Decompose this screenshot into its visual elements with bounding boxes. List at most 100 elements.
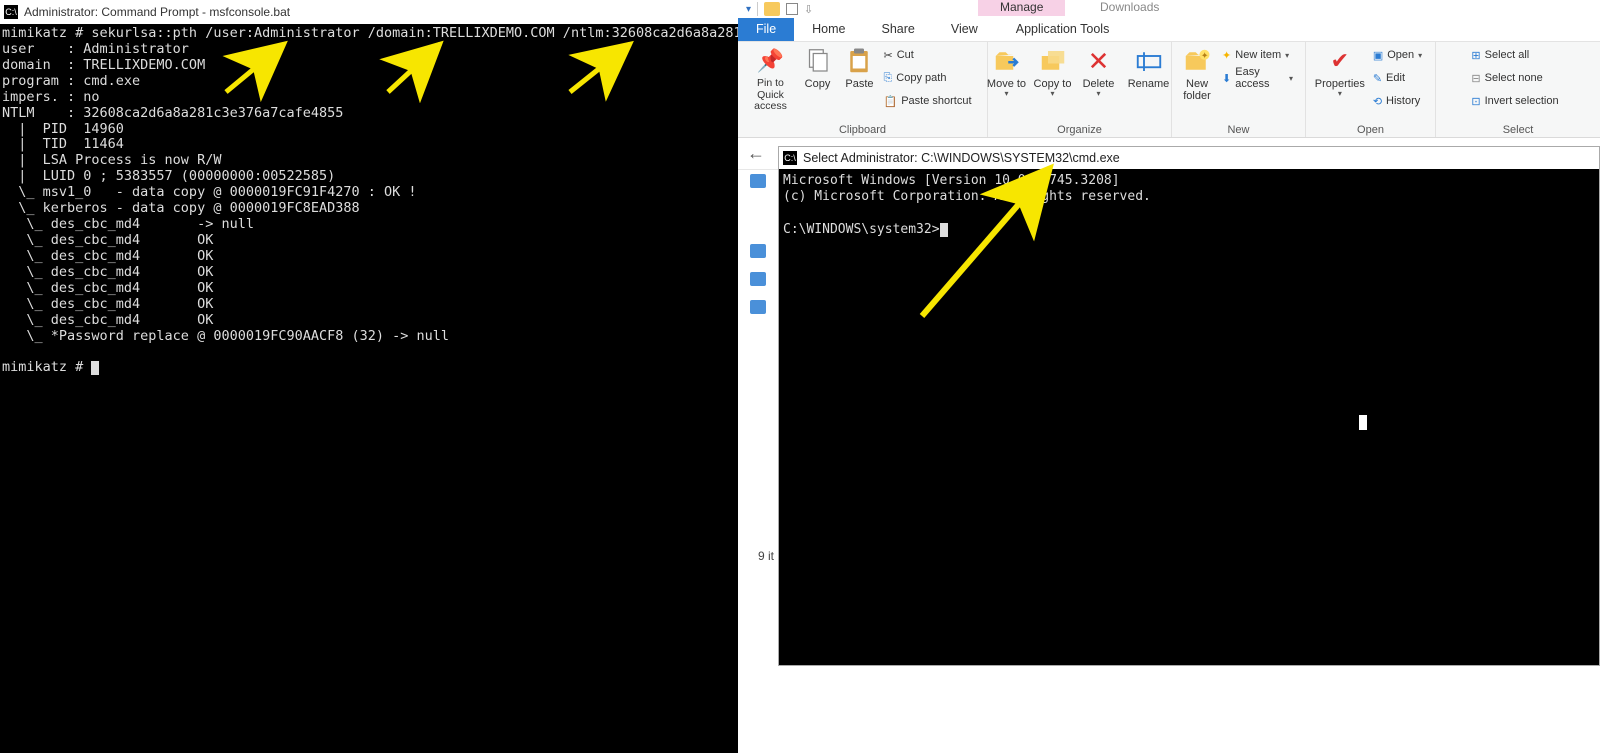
open-button[interactable]: ▣Open ▾ — [1373, 44, 1428, 66]
terminal-line: C:\WINDOWS\system32> — [783, 222, 940, 237]
select-all-button[interactable]: ⊞Select all — [1471, 44, 1564, 66]
ribbon-group-clipboard: 📌 Pin to Quick access Copy Paste ✂C — [738, 42, 988, 137]
nested-cmd-title: Select Administrator: C:\WINDOWS\SYSTEM3… — [803, 151, 1120, 165]
tab-share[interactable]: Share — [864, 18, 933, 41]
left-terminal-titlebar[interactable]: C:\ Administrator: Command Prompt - msfc… — [0, 0, 738, 24]
copy-button[interactable]: Copy — [799, 44, 835, 90]
terminal-line: Microsoft Windows [Version 10.0.17745.32… — [783, 173, 1120, 188]
terminal-line: | LUID 0 ; 5383557 (00000000:00522585) — [2, 168, 335, 184]
select-none-button[interactable]: ⊟Select none — [1471, 67, 1564, 89]
btn-label: New folder — [1178, 78, 1216, 102]
move-to-button[interactable]: Move to▾ — [987, 44, 1027, 99]
properties-button[interactable]: ✔ Properties▾ — [1313, 44, 1367, 99]
btn-label: Copy path — [896, 72, 946, 84]
terminal-line: \_ des_cbc_md4 OK — [2, 312, 213, 328]
left-terminal-title: Administrator: Command Prompt - msfconso… — [24, 5, 290, 19]
new-folder-button[interactable]: ✦ New folder — [1178, 44, 1216, 102]
checkbox-icon[interactable] — [786, 3, 798, 15]
cmd-icon: C:\ — [783, 151, 797, 165]
btn-label: History — [1386, 95, 1420, 107]
new-folder-icon: ✦ — [1182, 46, 1212, 76]
scissors-icon: ✂ — [883, 49, 892, 62]
nested-cmd-window: C:\ Select Administrator: C:\WINDOWS\SYS… — [778, 146, 1600, 666]
cmd-icon: C:\ — [4, 5, 18, 19]
nested-cmd-body[interactable]: Microsoft Windows [Version 10.0.17745.32… — [779, 169, 1599, 665]
terminal-line: \_ *Password replace @ 0000019FC90AACF8 … — [2, 328, 449, 344]
tab-application-tools[interactable]: Application Tools — [998, 18, 1128, 41]
tab-view[interactable]: View — [933, 18, 996, 41]
open-icon: ▣ — [1373, 49, 1383, 62]
history-button[interactable]: ⟲ History — [1373, 90, 1428, 112]
invert-selection-button[interactable]: ⊡ Invert selection — [1471, 90, 1564, 112]
contextual-tab-manage[interactable]: Manage — [978, 0, 1065, 16]
terminal-line: \_ des_cbc_md4 OK — [2, 296, 213, 312]
new-item-button[interactable]: ✦New item ▾ — [1222, 44, 1299, 66]
btn-label: New item — [1235, 49, 1281, 61]
ribbon: 📌 Pin to Quick access Copy Paste ✂C — [738, 42, 1600, 138]
terminal-line: | LSA Process is now R/W — [2, 152, 221, 168]
select-small-buttons: ⊞Select all ⊟Select none ⊡ Invert selecti… — [1471, 44, 1564, 112]
group-label: New — [1227, 123, 1249, 136]
left-terminal-body[interactable]: mimikatz # sekurlsa::pth /user:Administr… — [0, 24, 738, 376]
open-small-buttons: ▣Open ▾ ✎ Edit ⟲ History — [1373, 44, 1428, 112]
nav-item[interactable] — [738, 268, 778, 290]
btn-label: Paste shortcut — [901, 95, 971, 107]
btn-label: Edit — [1386, 72, 1405, 84]
pin-icon: 📌 — [755, 46, 785, 76]
nav-item[interactable] — [738, 296, 778, 318]
delete-button[interactable]: ✕ Delete▾ — [1079, 44, 1119, 99]
cursor — [91, 361, 99, 375]
btn-label: Cut — [897, 49, 914, 61]
terminal-line: program : cmd.exe — [2, 73, 140, 89]
terminal-line: mimikatz # sekurlsa::pth /user:Administr… — [2, 25, 758, 41]
paste-shortcut-button[interactable]: 📋Paste shortcut — [883, 90, 977, 112]
pin-to-quick-access-button[interactable]: 📌 Pin to Quick access — [747, 44, 793, 113]
ribbon-group-organize: Move to▾ Copy to▾ ✕ Delete▾ Rename — [988, 42, 1172, 137]
new-item-icon: ✦ — [1222, 49, 1231, 62]
left-terminal-window: C:\ Administrator: Command Prompt - msfc… — [0, 0, 738, 753]
paste-button[interactable]: Paste — [841, 44, 877, 90]
move-icon — [992, 46, 1022, 76]
tab-home[interactable]: Home — [794, 18, 863, 41]
btn-label: Pin to Quick access — [747, 78, 793, 113]
terminal-line: user : Administrator — [2, 41, 189, 57]
terminal-line: \_ msv1_0 - data copy @ 0000019FC91F4270… — [2, 184, 417, 200]
terminal-line: mimikatz # — [2, 359, 91, 375]
btn-label: Invert selection — [1485, 95, 1559, 107]
svg-text:✦: ✦ — [1201, 51, 1209, 61]
select-none-icon: ⊟ — [1471, 72, 1480, 85]
cut-button[interactable]: ✂ Cut — [883, 44, 977, 66]
edit-icon: ✎ — [1373, 72, 1382, 85]
history-icon: ⟲ — [1373, 95, 1382, 108]
select-all-icon: ⊞ — [1471, 49, 1480, 62]
edit-button[interactable]: ✎ Edit — [1373, 67, 1428, 89]
new-small-buttons: ✦New item ▾ ⬇Easy access ▾ — [1222, 44, 1299, 89]
file-explorer-window: ▾ ⇩ Manage Downloads File Home Share Vie… — [738, 0, 1600, 753]
terminal-line: impers. : no — [2, 89, 100, 105]
divider — [757, 2, 758, 16]
status-items-count: 9 it — [758, 549, 774, 563]
easy-access-button[interactable]: ⬇Easy access ▾ — [1222, 67, 1299, 89]
btn-label: Paste — [845, 78, 873, 90]
copy-to-button[interactable]: Copy to▾ — [1033, 44, 1073, 99]
group-label: Open — [1357, 123, 1384, 136]
terminal-line: \_ des_cbc_md4 OK — [2, 280, 213, 296]
copy-path-button[interactable]: ⎘Copy path — [883, 67, 977, 89]
nested-cmd-titlebar[interactable]: C:\ Select Administrator: C:\WINDOWS\SYS… — [779, 147, 1599, 169]
invert-icon: ⊡ — [1471, 95, 1480, 108]
cursor — [940, 223, 948, 237]
nav-item[interactable] — [738, 240, 778, 262]
folder-icon[interactable] — [764, 2, 780, 16]
btn-label: Easy access — [1235, 66, 1285, 90]
rename-icon — [1134, 46, 1164, 76]
terminal-line: \_ des_cbc_md4 OK — [2, 232, 213, 248]
tab-file[interactable]: File — [738, 18, 794, 41]
rename-button[interactable]: Rename — [1125, 44, 1173, 90]
back-button[interactable]: ← — [742, 140, 770, 168]
copy-to-icon — [1038, 46, 1068, 76]
nav-item[interactable] — [738, 170, 778, 192]
chevron-down-icon[interactable]: ▾ — [746, 4, 751, 15]
overflow-icon[interactable]: ⇩ — [804, 3, 813, 16]
delete-icon: ✕ — [1084, 46, 1114, 76]
group-label: Organize — [1057, 123, 1102, 136]
